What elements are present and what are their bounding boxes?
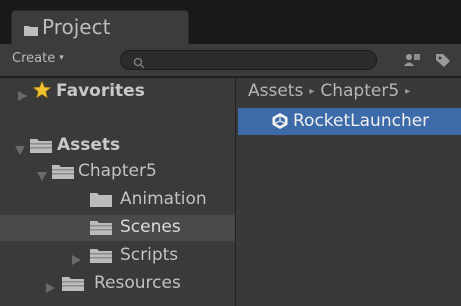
breadcrumb-assets[interactable]: Assets	[248, 81, 303, 101]
tree-item-assets[interactable]: Assets	[0, 132, 235, 160]
filter-by-type-icon[interactable]	[403, 52, 421, 72]
tree-label: Favorites	[56, 81, 145, 101]
collapse-arrow-icon[interactable]	[15, 140, 25, 160]
folder-icon	[52, 163, 74, 184]
asset-list-panel: Assets ▸ Chapter5 ▸ RocketLauncher	[236, 78, 461, 306]
tree-item-scenes[interactable]: Scenes	[0, 214, 235, 242]
tree-item-animation[interactable]: Animation	[0, 186, 235, 214]
tree-label: Assets	[57, 135, 121, 155]
tab-project[interactable]: Project	[11, 10, 189, 44]
tree-label: Resources	[94, 273, 181, 293]
star-icon	[32, 80, 52, 104]
tree-label: Chapter5	[78, 161, 157, 181]
unity-scene-icon	[271, 112, 289, 134]
breadcrumb-separator-icon: ▸	[309, 86, 315, 97]
tree-label: Scenes	[120, 217, 181, 237]
chevron-down-icon: ▾	[59, 53, 64, 63]
folder-icon	[24, 21, 38, 40]
tree-label: Animation	[120, 189, 207, 209]
breadcrumb: Assets ▸ Chapter5 ▸	[248, 81, 416, 101]
search-input[interactable]	[120, 50, 377, 70]
folder-icon	[90, 219, 112, 240]
tree-label: Scripts	[120, 245, 179, 265]
tree-item-scripts[interactable]: Scripts	[0, 242, 235, 270]
search-icon	[133, 54, 145, 73]
tree-item-favorites[interactable]: Favorites	[0, 78, 235, 106]
breadcrumb-chapter5[interactable]: Chapter5	[320, 81, 399, 101]
breadcrumb-separator-icon: ▸	[405, 86, 411, 97]
create-label: Create	[12, 51, 56, 66]
tab-label: Project	[42, 15, 111, 39]
expand-arrow-icon[interactable]	[72, 250, 81, 270]
title-bar: Project	[0, 0, 461, 44]
project-toolbar: Create ▾	[0, 44, 461, 77]
collapse-arrow-icon[interactable]	[37, 166, 47, 186]
folder-icon	[90, 247, 112, 268]
folder-icon	[90, 191, 112, 212]
expand-arrow-icon[interactable]	[46, 278, 55, 298]
expand-arrow-icon[interactable]	[18, 86, 27, 106]
tree-item-resources[interactable]: Resources	[0, 270, 235, 298]
asset-label: RocketLauncher	[293, 111, 430, 131]
folder-icon	[30, 137, 52, 158]
asset-item[interactable]: RocketLauncher	[238, 108, 461, 135]
tree-item-chapter5[interactable]: Chapter5	[0, 158, 235, 186]
create-button[interactable]: Create ▾	[12, 51, 64, 66]
filter-by-label-icon[interactable]	[434, 52, 452, 72]
folder-icon	[62, 275, 84, 296]
folder-tree-panel: Favorites Assets Chapter5 Animation Scen…	[0, 78, 235, 306]
